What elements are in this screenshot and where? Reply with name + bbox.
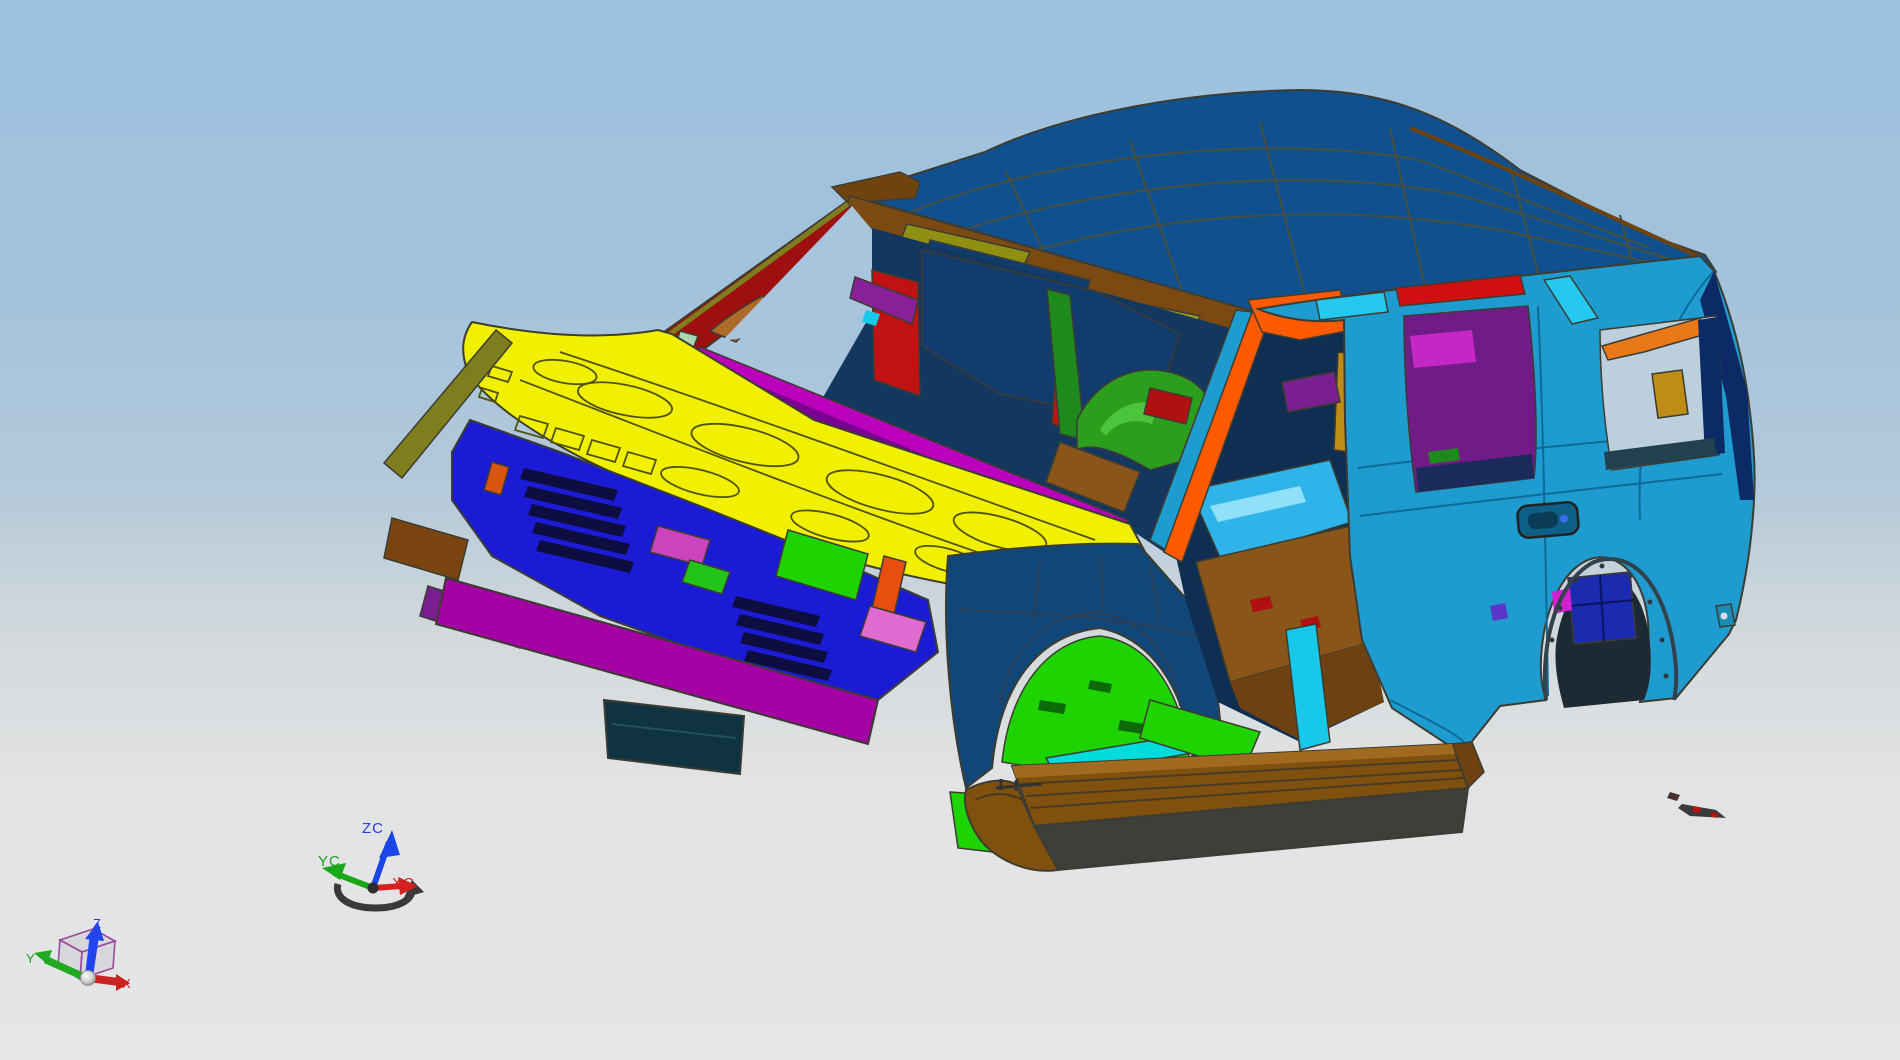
loose-fasteners[interactable] xyxy=(1667,792,1726,818)
triad-label-x: X xyxy=(122,976,131,991)
wcs-label-yc: YC xyxy=(318,853,341,870)
fastener-chip[interactable] xyxy=(1667,792,1680,801)
quarter-purple-clip xyxy=(1490,603,1508,621)
triad-label-y: Y xyxy=(26,951,35,966)
fastener-plate[interactable] xyxy=(1678,804,1726,818)
rear-tab-hole xyxy=(1720,612,1728,620)
roof-rail-front-tip[interactable] xyxy=(830,171,921,204)
wcs-triad[interactable]: ZC YC XC xyxy=(318,820,424,912)
rear-door-window[interactable] xyxy=(1403,305,1537,493)
triad-origin-sphere[interactable] xyxy=(80,970,96,986)
front-brown-bracket xyxy=(383,517,469,581)
cargo-trim-magenta xyxy=(1410,330,1476,368)
wcs-label-xc: XC xyxy=(392,875,415,892)
door-handle[interactable] xyxy=(1516,501,1580,539)
car-model[interactable]: ZC YC XC Z Y X xyxy=(26,88,1756,991)
model-canvas[interactable]: ZC YC XC Z Y X xyxy=(0,0,1900,1060)
quarter-gold-bracket xyxy=(1651,369,1689,419)
view-orientation-triad[interactable]: Z Y X xyxy=(26,916,131,991)
triad-label-z: Z xyxy=(93,916,101,931)
wcs-label-zc: ZC xyxy=(362,820,384,837)
quarter-window[interactable] xyxy=(1599,315,1725,471)
wcs-origin-handle[interactable] xyxy=(367,882,379,894)
cad-viewport[interactable]: ZC YC XC Z Y X xyxy=(0,0,1900,1060)
